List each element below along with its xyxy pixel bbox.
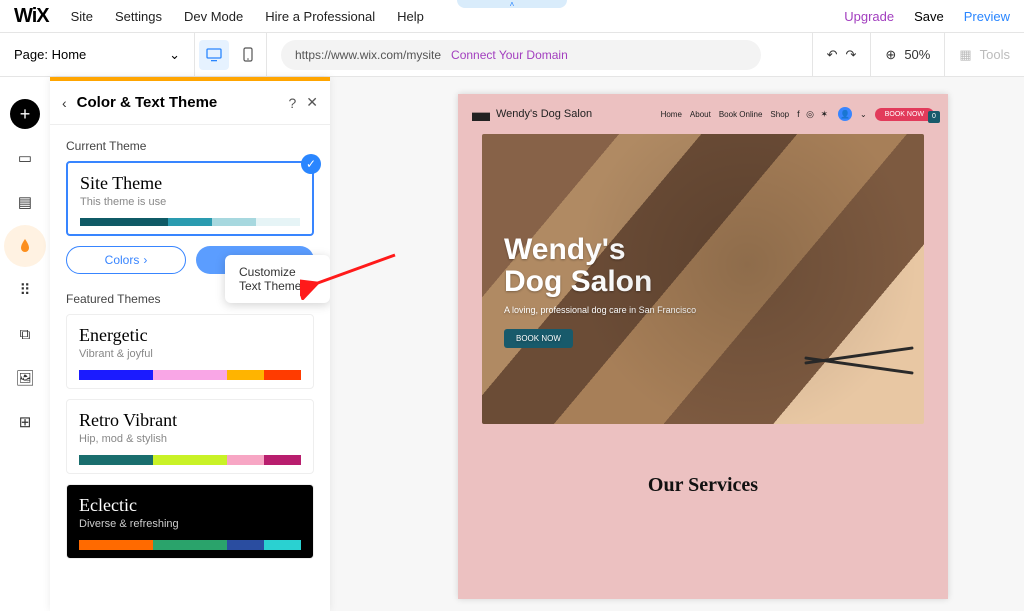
save-button[interactable]: Save <box>914 9 944 24</box>
page-name: Home <box>52 47 87 62</box>
featured-desc: Hip, mod & stylish <box>79 433 301 445</box>
selected-check-icon: ✓ <box>301 154 321 174</box>
tools-label: Tools <box>980 47 1010 62</box>
left-rail: + ▭ ▤ ⠿ ⧉ 🖼 ⊞ <box>0 77 50 611</box>
pages-icon[interactable]: ▤ <box>10 187 40 217</box>
hero-subtitle: A loving, professional dog care in San F… <box>504 305 696 315</box>
editor-toolbar: Page: Home ⌄ https://www.wix.com/mysite … <box>0 33 1024 77</box>
nav-book[interactable]: Book Online <box>719 110 763 119</box>
menu-help[interactable]: Help <box>397 9 424 24</box>
menu-hire[interactable]: Hire a Professional <box>265 9 375 24</box>
zoom-target-icon: ⊕ <box>885 47 896 63</box>
desktop-icon[interactable] <box>199 40 229 70</box>
nav-home[interactable]: Home <box>661 110 682 119</box>
services-heading: Our Services <box>458 474 948 497</box>
help-icon[interactable]: ? <box>288 95 296 111</box>
featured-theme-card[interactable]: Energetic Vibrant & joyful <box>66 314 314 389</box>
comb-logo-icon <box>472 107 490 121</box>
brand-text: Wendy's Dog Salon <box>496 108 592 120</box>
nav-shop[interactable]: Shop <box>770 110 789 119</box>
site-brand[interactable]: Wendy's Dog Salon <box>472 107 592 121</box>
site-header: Wendy's Dog Salon Home About Book Online… <box>458 94 948 134</box>
featured-theme-card[interactable]: Retro Vibrant Hip, mod & stylish <box>66 399 314 474</box>
avatar-icon[interactable]: 👤 <box>838 107 852 121</box>
nav-about[interactable]: About <box>690 110 711 119</box>
url-bar[interactable]: https://www.wix.com/mysite Connect Your … <box>281 40 761 70</box>
undo-icon[interactable]: ↶ <box>827 47 838 63</box>
wix-logo[interactable]: WiX <box>14 5 49 28</box>
menu-settings[interactable]: Settings <box>115 9 162 24</box>
current-theme-label: Current Theme <box>66 139 314 153</box>
tools-toggle[interactable]: ▦ Tools <box>944 33 1024 76</box>
chevron-right-icon: › <box>143 253 147 267</box>
zoom-control[interactable]: ⊕ 50% <box>870 33 944 76</box>
featured-name: Eclectic <box>79 495 301 516</box>
hero-cta-button[interactable]: BOOK NOW <box>504 329 573 348</box>
panel-title: Color & Text Theme <box>77 94 279 111</box>
hero-image: Wendy'sDog Salon A loving, professional … <box>482 134 924 424</box>
featured-name: Energetic <box>79 325 301 346</box>
featured-desc: Vibrant & joyful <box>79 348 301 360</box>
connect-domain-link[interactable]: Connect Your Domain <box>451 48 568 62</box>
close-icon[interactable]: ✕ <box>306 94 318 111</box>
page-selector[interactable]: Page: Home ⌄ <box>0 33 195 76</box>
mobile-icon[interactable] <box>233 40 263 70</box>
redo-icon[interactable]: ↷ <box>846 47 857 63</box>
url-text: https://www.wix.com/mysite <box>295 48 441 62</box>
theme-swatches <box>80 218 300 226</box>
back-icon[interactable]: ‹ <box>62 95 67 111</box>
menu-devmode[interactable]: Dev Mode <box>184 9 243 24</box>
sections-icon[interactable]: ▭ <box>10 143 40 173</box>
content-icon[interactable]: ⊞ <box>10 407 40 437</box>
site-preview[interactable]: Wendy's Dog Salon Home About Book Online… <box>458 94 948 599</box>
featured-swatches <box>79 370 301 380</box>
theme-panel: ‹ Color & Text Theme ? ✕ Current Theme ✓… <box>50 77 330 611</box>
chevron-down-icon: ⌄ <box>169 47 180 63</box>
preview-link[interactable]: Preview <box>964 9 1010 24</box>
zoom-value: 50% <box>904 47 930 62</box>
text-tab-tooltip: Customize Text Theme <box>225 255 330 303</box>
hero-title: Wendy'sDog Salon <box>504 234 696 297</box>
add-apps-icon[interactable]: ⧉ <box>10 319 40 349</box>
top-notch[interactable]: ˄ <box>457 0 567 8</box>
cart-badge[interactable]: 0 <box>928 111 940 123</box>
media-icon[interactable]: 🖼 <box>10 363 40 393</box>
colors-tab[interactable]: Colors› <box>66 246 186 274</box>
add-element-button[interactable]: + <box>10 99 40 129</box>
avatar-chevron-icon[interactable]: ⌄ <box>860 110 867 119</box>
featured-swatches <box>79 540 301 550</box>
social-icons[interactable]: f ◎ ✶ <box>797 109 830 120</box>
scissors-graphic <box>784 334 914 384</box>
apps-icon[interactable]: ⠿ <box>10 275 40 305</box>
tools-icon: ▦ <box>959 47 971 63</box>
current-theme-card[interactable]: ✓ Site Theme This theme is use <box>66 161 314 236</box>
featured-name: Retro Vibrant <box>79 410 301 431</box>
featured-swatches <box>79 455 301 465</box>
header-book-button[interactable]: BOOK NOW 0 <box>875 108 934 121</box>
featured-desc: Diverse & refreshing <box>79 518 301 530</box>
theme-name: Site Theme <box>80 173 300 194</box>
theme-desc: This theme is use <box>80 196 300 208</box>
undo-redo: ↶ ↷ <box>812 33 871 76</box>
page-label: Page: <box>14 47 48 62</box>
featured-theme-card[interactable]: Eclectic Diverse & refreshing <box>66 484 314 559</box>
menu-site[interactable]: Site <box>71 9 93 24</box>
site-design-icon[interactable] <box>10 231 40 261</box>
device-toggle <box>195 33 267 76</box>
upgrade-link[interactable]: Upgrade <box>844 9 894 24</box>
